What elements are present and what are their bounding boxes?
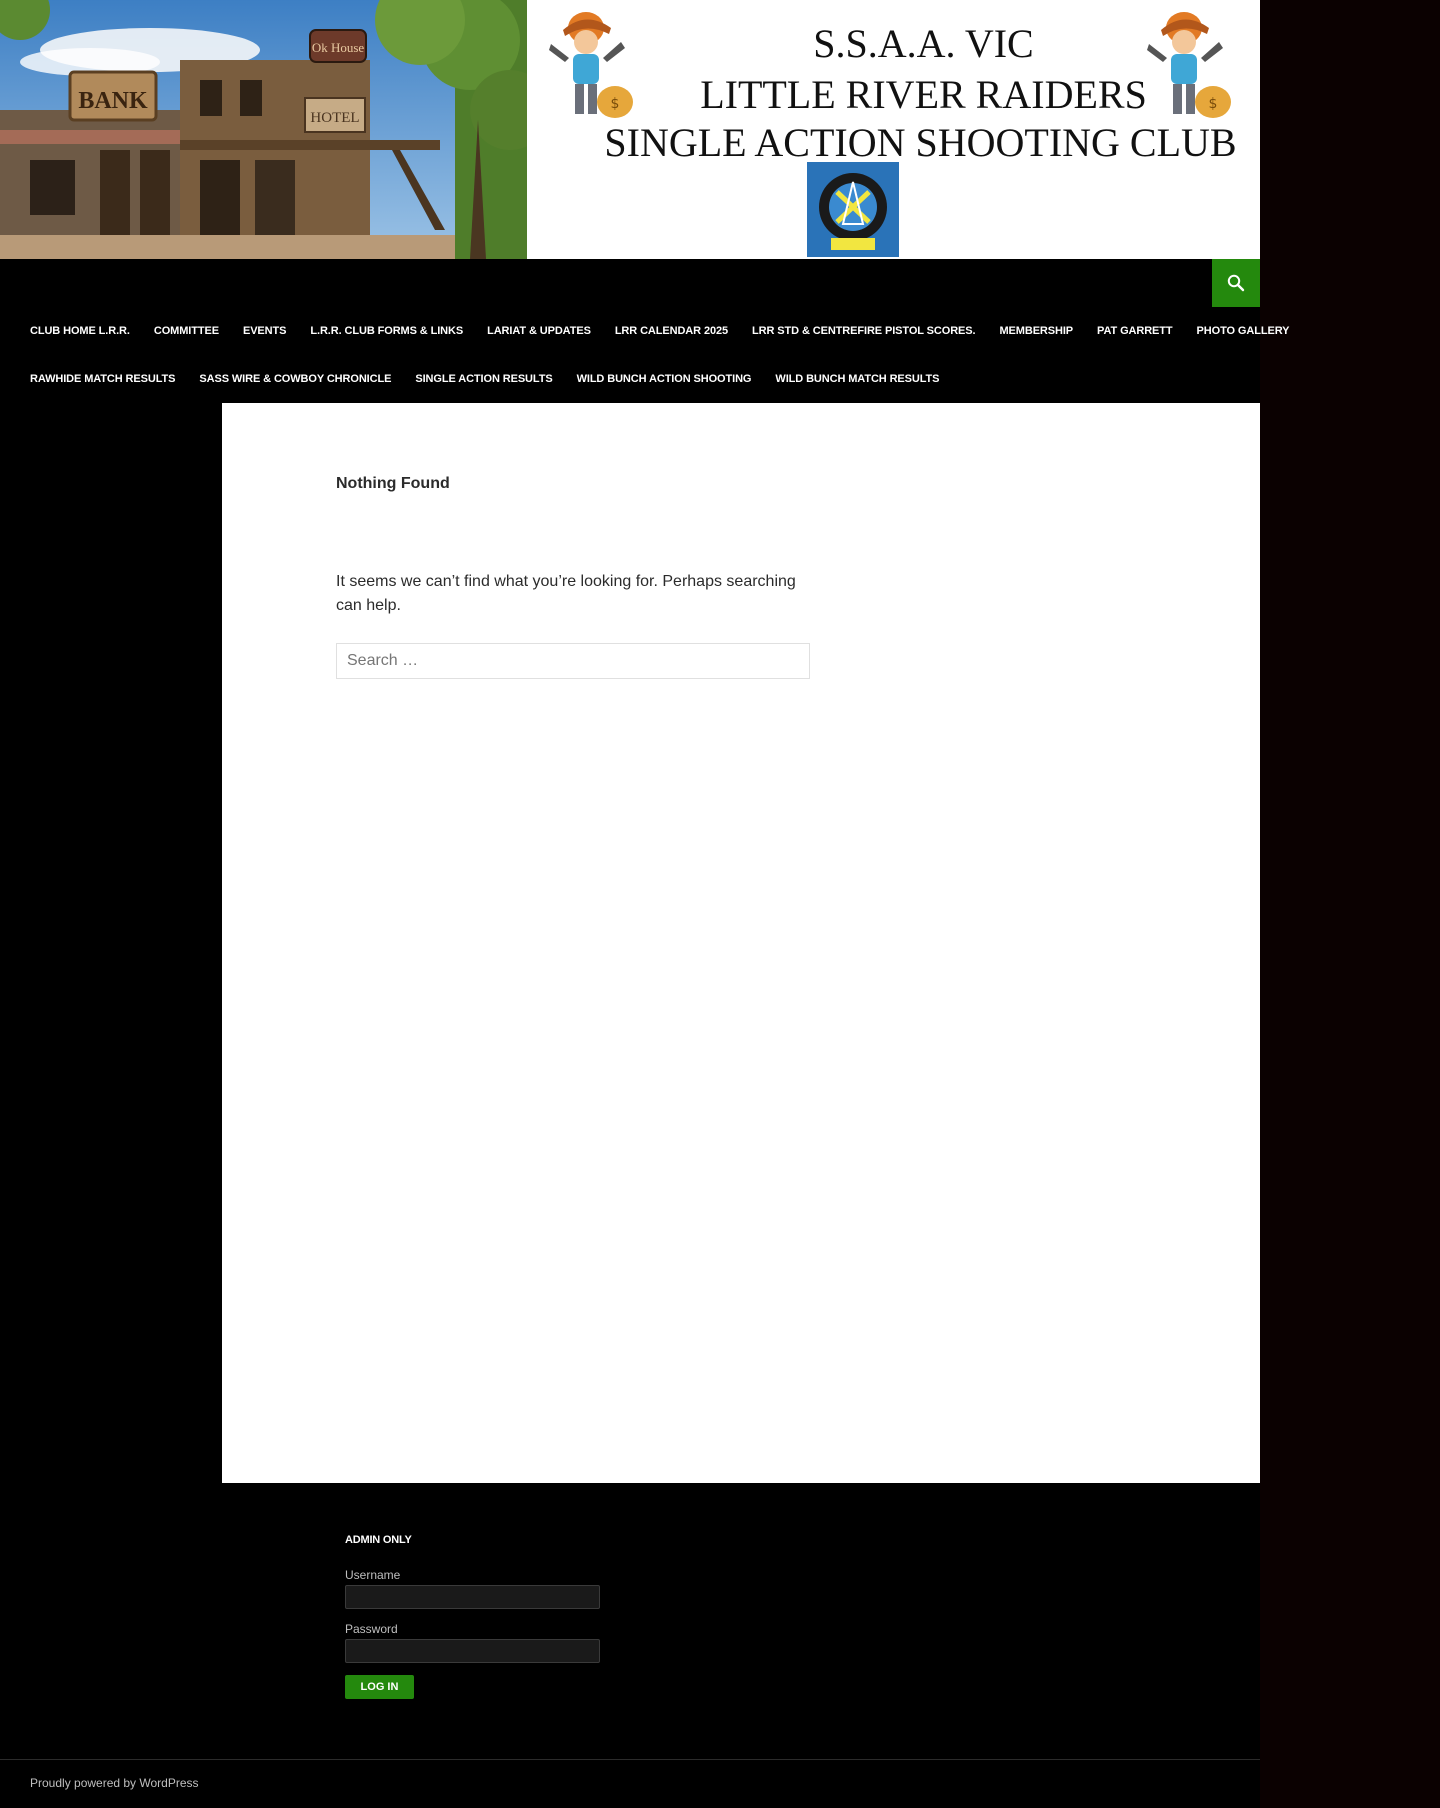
nav-item-club-forms-links[interactable]: L.R.R. CLUB FORMS & LINKS <box>298 307 475 355</box>
not-found-message: It seems we can’t find what you’re looki… <box>336 573 796 614</box>
search-toggle-button[interactable] <box>1212 259 1260 307</box>
banner-title-line: LITTLE RIVER RAIDERS <box>700 72 1147 117</box>
login-button[interactable]: LOG IN <box>345 1675 414 1699</box>
page-title: Nothing Found <box>336 475 450 492</box>
nav-item-pat-garrett[interactable]: PAT GARRETT <box>1085 307 1185 355</box>
nav-row: RAWHIDE MATCH RESULTS SASS WIRE & COWBOY… <box>18 355 951 403</box>
nav-item-calendar[interactable]: LRR CALENDAR 2025 <box>603 307 740 355</box>
nav-item-photo-gallery[interactable]: PHOTO GALLERY <box>1185 307 1302 355</box>
page: BANK Ok House HOTEL $ $ S.S.A.A. VIC LIT… <box>0 0 1289 1808</box>
nav-item-single-action-results[interactable]: SINGLE ACTION RESULTS <box>403 355 564 403</box>
username-label: Username <box>345 1568 401 1582</box>
nav-item-events[interactable]: EVENTS <box>231 307 298 355</box>
footer-divider <box>0 1759 1260 1760</box>
password-field[interactable] <box>345 1639 600 1663</box>
password-label: Password <box>345 1622 398 1636</box>
nav-item-wild-bunch-results[interactable]: WILD BUNCH MATCH RESULTS <box>763 355 951 403</box>
banner-title-line: S.S.A.A. VIC <box>813 21 1034 66</box>
widget-title: ADMIN ONLY <box>345 1534 412 1546</box>
nav-item-wild-bunch-shooting[interactable]: WILD BUNCH ACTION SHOOTING <box>565 355 764 403</box>
saloon-sign-text: Ok House <box>312 40 365 55</box>
banner-title-line: SINGLE ACTION SHOOTING CLUB <box>604 120 1237 165</box>
nav-item-lariat-updates[interactable]: LARIAT & UPDATES <box>475 307 603 355</box>
search-input[interactable] <box>336 643 810 679</box>
nav-item-club-home[interactable]: CLUB HOME L.R.R. <box>18 307 142 355</box>
powered-by-link[interactable]: Proudly powered by WordPress <box>30 1776 199 1790</box>
header-banner[interactable]: BANK Ok House HOTEL $ $ S.S.A.A. VIC LIT… <box>0 0 1260 259</box>
nav-row: CLUB HOME L.R.R. COMMITTEE EVENTS L.R.R.… <box>18 307 1301 355</box>
nav-item-sass-wire[interactable]: SASS WIRE & COWBOY CHRONICLE <box>187 355 403 403</box>
western-town-photo: BANK Ok House HOTEL <box>0 0 527 259</box>
ssaa-logo <box>807 162 899 257</box>
nav-item-pistol-scores[interactable]: LRR STD & CENTREFIRE PISTOL SCORES. <box>740 307 987 355</box>
nav-item-membership[interactable]: MEMBERSHIP <box>987 307 1085 355</box>
main-content: Nothing Found It seems we can’t find wha… <box>222 403 1260 1483</box>
bank-sign-text: BANK <box>78 88 148 114</box>
search-icon <box>1227 274 1245 292</box>
nav-item-committee[interactable]: COMMITTEE <box>142 307 231 355</box>
club-title-panel: $ $ S.S.A.A. VIC LITTLE RIVER RAIDERS SI… <box>527 0 1260 259</box>
nav-item-rawhide-results[interactable]: RAWHIDE MATCH RESULTS <box>18 355 187 403</box>
hotel-sign-text: HOTEL <box>310 110 359 126</box>
username-field[interactable] <box>345 1585 600 1609</box>
